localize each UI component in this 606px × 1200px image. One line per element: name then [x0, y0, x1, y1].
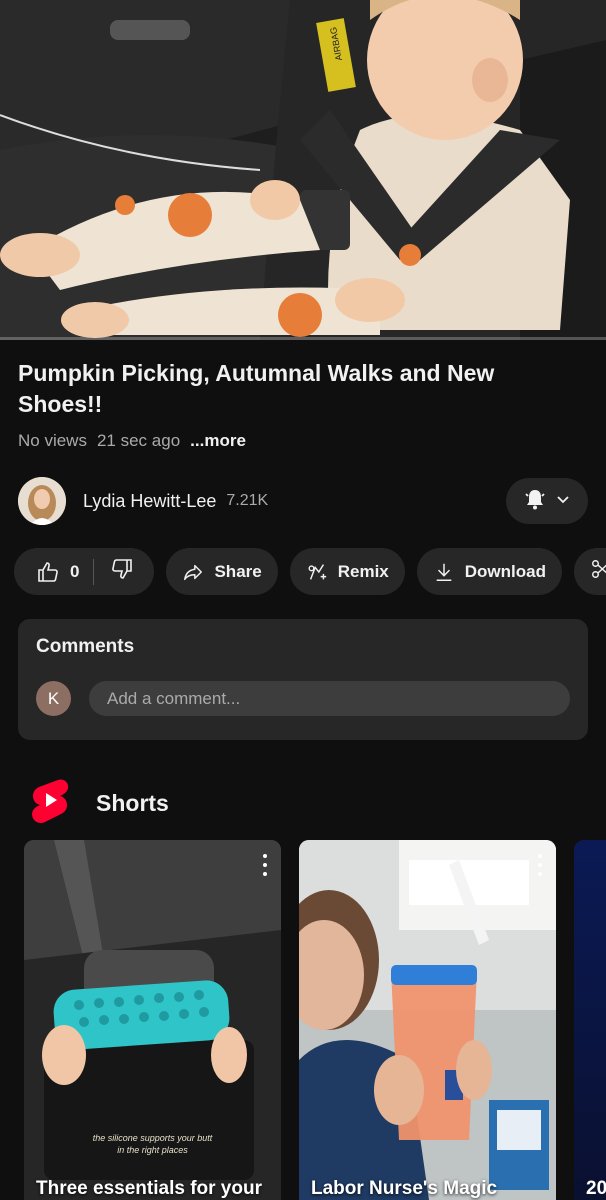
subscriber-count: 7.21K	[226, 492, 269, 509]
caption-line: in the right places	[117, 1145, 188, 1155]
download-icon	[433, 561, 455, 583]
share-button[interactable]: Share	[166, 548, 278, 595]
video-player[interactable]: AIRBAG	[0, 0, 606, 340]
short-title: Labor Nurse's Magic	[311, 1178, 498, 1199]
video-thumbnail: AIRBAG	[0, 0, 606, 340]
chevron-down-icon	[555, 491, 571, 512]
view-count: No views	[18, 431, 87, 450]
short-caption: the silicone supports your butt in the r…	[24, 1132, 281, 1156]
action-row: 0 Share Remix Download	[14, 548, 606, 595]
remix-icon	[306, 561, 328, 583]
like-count: 0	[70, 561, 80, 581]
dislike-button[interactable]	[94, 548, 154, 595]
thumbs-down-icon	[110, 557, 134, 586]
download-button[interactable]: Download	[416, 548, 562, 595]
short-title: Three essentials for your	[36, 1178, 262, 1199]
video-progress-bar[interactable]	[0, 337, 606, 340]
video-title: Pumpkin Picking, Autumnal Walks and New …	[18, 360, 495, 417]
share-icon	[182, 561, 204, 583]
bell-icon	[523, 487, 547, 516]
short-title: 20	[586, 1178, 606, 1199]
like-button[interactable]: 0	[14, 548, 93, 595]
more-options-icon[interactable]	[536, 854, 544, 876]
share-label: Share	[214, 561, 262, 581]
shorts-header: Shorts	[30, 778, 169, 829]
remix-label: Remix	[337, 561, 389, 581]
thumbs-up-icon	[36, 560, 60, 584]
more-link[interactable]: ...more	[190, 431, 246, 451]
clip-button[interactable]	[573, 548, 606, 595]
video-meta[interactable]: No views 21 sec ago ...more	[18, 431, 246, 451]
caption-line: the silicone supports your butt	[92, 1133, 213, 1143]
upload-age: 21 sec ago	[96, 431, 181, 450]
shorts-title: Shorts	[96, 790, 169, 816]
download-label: Download	[464, 561, 546, 581]
scissors-icon	[590, 558, 606, 585]
shorts-logo-icon	[30, 778, 70, 829]
channel-avatar[interactable]	[18, 477, 66, 525]
more-options-icon[interactable]	[261, 854, 269, 876]
comments-title: Comments	[36, 636, 135, 657]
short-card[interactable]: the silicone supports your butt in the r…	[24, 840, 281, 1200]
user-avatar: K	[36, 681, 71, 716]
comment-input[interactable]: Add a comment...	[89, 681, 570, 716]
like-dislike-group: 0	[14, 548, 155, 595]
remix-button[interactable]: Remix	[289, 548, 405, 595]
short-card[interactable]: Labor Nurse's Magic	[299, 840, 556, 1200]
channel-row[interactable]: Lydia Hewitt-Lee 7.21K	[18, 477, 588, 525]
short-card[interactable]: 20	[574, 840, 606, 1200]
notification-bell-button[interactable]	[506, 478, 588, 524]
short-thumbnail	[299, 840, 556, 1200]
channel-name[interactable]: Lydia Hewitt-Lee	[83, 491, 216, 512]
comments-panel[interactable]: Comments K Add a comment...	[18, 619, 588, 740]
